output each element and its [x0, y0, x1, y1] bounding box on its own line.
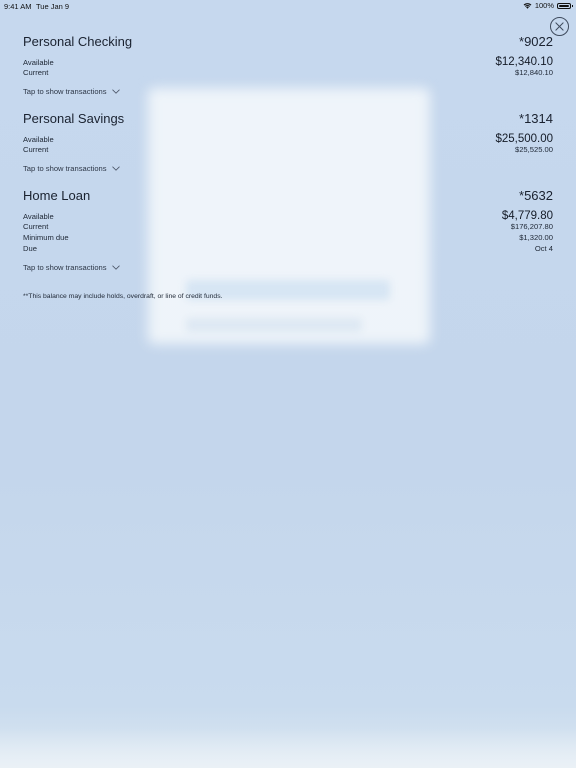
show-transactions-label: Tap to show transactions: [23, 263, 107, 273]
balance-label: Minimum due: [23, 232, 69, 242]
chevron-down-icon: [111, 265, 120, 271]
status-time: 9:41 AM: [4, 2, 32, 11]
show-transactions-toggle[interactable]: Tap to show transactions: [23, 163, 553, 174]
balance-label: Current: [23, 144, 49, 154]
account-header: Personal Savings *1314: [23, 111, 553, 133]
balance-row: Due Oct 4: [23, 244, 553, 255]
balance-value: $1,320.00: [519, 232, 553, 242]
status-right: 100%: [523, 1, 573, 10]
balance-row: Available $25,500.00: [23, 133, 553, 145]
balance-row: Current $12,840.10: [23, 68, 553, 79]
battery-icon: [557, 2, 573, 9]
balance-value: Oct 4: [534, 244, 553, 254]
blurred-background-bar-secondary: [186, 318, 362, 332]
balance-value: $25,525.00: [514, 144, 553, 154]
account-number: *5632: [519, 187, 553, 203]
account-header: Home Loan *5632: [23, 188, 553, 210]
account-card-checking: Personal Checking *9022 Available $12,34…: [23, 34, 553, 97]
show-transactions-label: Tap to show transactions: [23, 164, 107, 174]
account-name: Personal Savings: [23, 110, 125, 126]
status-bar: 9:41 AM Tue Jan 9 100%: [0, 0, 576, 12]
show-transactions-toggle[interactable]: Tap to show transactions: [23, 262, 553, 273]
accounts-list: Personal Checking *9022 Available $12,34…: [23, 34, 553, 300]
bottom-glow: [0, 728, 576, 768]
balance-label: Available: [23, 134, 54, 144]
balance-label: Available: [23, 58, 54, 67]
balance-footnote: **This balance may include holds, overdr…: [23, 293, 223, 301]
balance-value: $25,500.00: [495, 132, 553, 145]
balance-row: Current $176,207.80: [23, 222, 553, 233]
account-header: Personal Checking *9022: [23, 34, 553, 56]
balance-value: $176,207.80: [510, 221, 553, 231]
balance-label: Due: [23, 244, 37, 254]
balance-label: Available: [23, 211, 54, 221]
balance-value: $4,779.80: [501, 209, 553, 222]
chevron-down-icon: [111, 166, 120, 171]
account-name: Home Loan: [23, 187, 91, 203]
balance-row: Current $25,525.00: [23, 145, 553, 156]
show-transactions-label: Tap to show transactions: [23, 87, 107, 97]
account-name: Personal Checking: [23, 34, 133, 49]
account-number: *1314: [519, 110, 553, 126]
balance-value: $12,840.10: [514, 68, 553, 77]
balance-row: Available $12,340.10: [23, 56, 553, 68]
wifi-icon: [523, 2, 532, 9]
balance-value: $12,340.10: [495, 56, 553, 68]
close-icon: [555, 18, 564, 36]
battery-percent: 100%: [534, 1, 554, 10]
account-number: *9022: [519, 34, 553, 49]
show-transactions-toggle[interactable]: Tap to show transactions: [23, 86, 553, 97]
chevron-down-icon: [111, 89, 120, 95]
status-date: Tue Jan 9: [36, 2, 70, 11]
balance-label: Current: [23, 221, 49, 231]
account-card-home-loan: Home Loan *5632 Available $4,779.80 Curr…: [23, 188, 553, 274]
balance-label: Current: [23, 68, 49, 77]
account-card-savings: Personal Savings *1314 Available $25,500…: [23, 111, 553, 174]
balance-row: Minimum due $1,320.00: [23, 233, 553, 244]
balance-row: Available $4,779.80: [23, 210, 553, 222]
